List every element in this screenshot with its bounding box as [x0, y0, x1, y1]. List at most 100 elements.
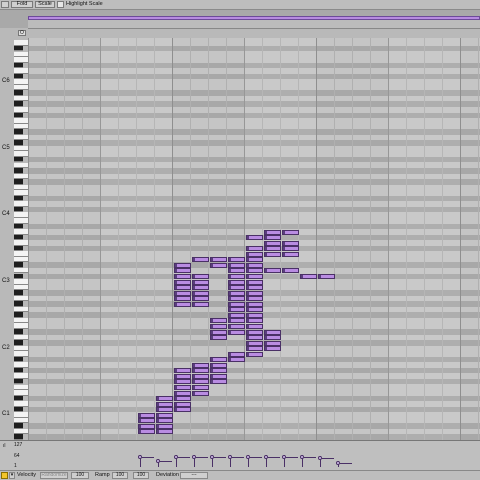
midi-note[interactable] [318, 274, 335, 280]
midi-note[interactable] [192, 373, 209, 379]
midi-note[interactable] [228, 285, 245, 291]
piano-key-white[interactable] [14, 323, 28, 329]
velocity-marker[interactable] [264, 454, 268, 459]
piano-key-black[interactable] [14, 156, 23, 163]
midi-note[interactable] [210, 323, 227, 329]
midi-note[interactable] [174, 385, 191, 391]
midi-note[interactable] [174, 262, 191, 268]
randomize-button[interactable]: Randomize [40, 472, 68, 479]
midi-note[interactable] [156, 429, 173, 435]
piano-key-white[interactable] [14, 284, 28, 291]
midi-note[interactable] [228, 301, 245, 307]
midi-note[interactable] [192, 257, 209, 263]
midi-note[interactable] [228, 290, 245, 296]
midi-note[interactable] [210, 368, 227, 374]
midi-note[interactable] [246, 312, 263, 318]
lane-toggle-icon[interactable] [1, 472, 8, 479]
midi-note[interactable] [174, 379, 191, 385]
midi-note[interactable] [264, 240, 281, 246]
piano-key-black[interactable] [14, 168, 23, 174]
midi-note[interactable] [228, 279, 245, 285]
piano-key-white[interactable] [14, 173, 28, 180]
midi-note[interactable] [228, 257, 245, 263]
midi-note[interactable] [300, 274, 317, 280]
scale-button[interactable]: Scale [35, 1, 55, 8]
piano-key-black[interactable] [14, 112, 23, 119]
piano-key-black[interactable] [14, 101, 23, 107]
piano-key-white[interactable] [14, 240, 28, 246]
midi-note[interactable] [246, 318, 263, 324]
midi-note[interactable] [264, 340, 281, 346]
midi-note[interactable] [210, 318, 227, 324]
midi-note[interactable] [228, 318, 245, 324]
velocity-marker[interactable] [318, 456, 322, 461]
piano-key-black[interactable] [14, 234, 23, 241]
midi-note[interactable] [228, 323, 245, 329]
piano-key-black[interactable] [14, 73, 23, 80]
piano-key-black[interactable] [14, 62, 23, 69]
velocity-marker[interactable] [282, 454, 286, 459]
midi-note[interactable] [246, 246, 263, 252]
midi-note[interactable] [210, 373, 227, 379]
piano-key-white[interactable] [14, 412, 28, 418]
ramp-start-field[interactable]: 100 [112, 472, 128, 479]
midi-note[interactable] [192, 285, 209, 291]
midi-note[interactable] [282, 240, 299, 246]
time-ruler[interactable] [28, 20, 480, 29]
piano-keyboard[interactable] [14, 38, 28, 440]
piano-key-black[interactable] [14, 301, 23, 307]
piano-key-white[interactable] [14, 334, 28, 341]
midi-note[interactable] [192, 301, 209, 307]
deviation-field[interactable]: --- [180, 472, 208, 479]
piano-key-black[interactable] [14, 340, 23, 346]
piano-key-white[interactable] [14, 84, 28, 91]
midi-note[interactable] [228, 296, 245, 302]
piano-key-white[interactable] [14, 95, 28, 102]
piano-key-white[interactable] [14, 190, 28, 196]
midi-note[interactable] [264, 268, 281, 274]
midi-note[interactable] [282, 229, 299, 235]
piano-key-black[interactable] [14, 395, 23, 402]
piano-key-black[interactable] [14, 140, 23, 146]
midi-note[interactable] [138, 412, 155, 418]
midi-note[interactable] [174, 279, 191, 285]
piano-key-white[interactable] [14, 267, 28, 274]
velocity-marker[interactable] [192, 454, 196, 459]
midi-note[interactable] [264, 229, 281, 235]
midi-note[interactable] [192, 379, 209, 385]
piano-key-white[interactable] [14, 351, 28, 357]
piano-key-black[interactable] [14, 329, 23, 335]
piano-key-black[interactable] [14, 406, 23, 413]
midi-note[interactable] [210, 262, 227, 268]
midi-note[interactable] [192, 296, 209, 302]
midi-note[interactable] [228, 262, 245, 268]
midi-note[interactable] [228, 312, 245, 318]
midi-note[interactable] [174, 285, 191, 291]
piano-key-white[interactable] [14, 345, 28, 352]
midi-note[interactable] [246, 262, 263, 268]
piano-key-white[interactable] [14, 212, 28, 218]
piano-key-black[interactable] [14, 290, 23, 296]
midi-note[interactable] [228, 351, 245, 357]
midi-note[interactable] [228, 268, 245, 274]
piano-key-black[interactable] [14, 378, 23, 385]
midi-note[interactable] [264, 235, 281, 241]
midi-note[interactable] [192, 368, 209, 374]
piano-key-white[interactable] [14, 51, 28, 58]
piano-key-white[interactable] [14, 68, 28, 74]
midi-note[interactable] [138, 418, 155, 424]
midi-note[interactable] [246, 251, 263, 257]
piano-key-white[interactable] [14, 362, 28, 368]
midi-note[interactable] [138, 429, 155, 435]
piano-key-white[interactable] [14, 79, 28, 85]
midi-note[interactable] [228, 357, 245, 363]
midi-note[interactable] [174, 390, 191, 396]
midi-note[interactable] [174, 301, 191, 307]
ramp-end-field[interactable]: 100 [133, 472, 149, 479]
piano-key-black[interactable] [14, 262, 23, 268]
velocity-marker[interactable] [138, 454, 142, 459]
midi-note[interactable] [210, 335, 227, 341]
midi-note[interactable] [246, 323, 263, 329]
piano-key-white[interactable] [14, 184, 28, 191]
midi-note[interactable] [228, 274, 245, 280]
